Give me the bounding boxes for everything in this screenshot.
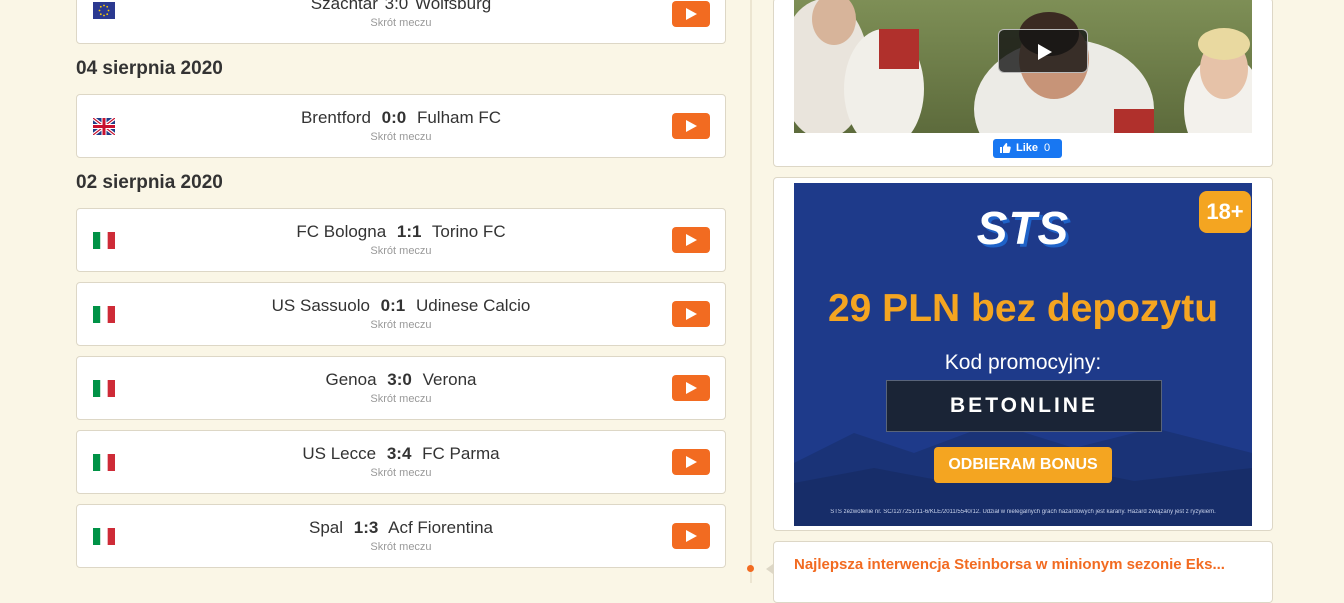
date-heading: 04 sierpnia 2020 — [76, 58, 223, 79]
play-button[interactable] — [672, 227, 710, 253]
match-score: 1:3 — [353, 518, 379, 537]
match-card: US Sassuolo 0:1 Udinese Calcio Skrót mec… — [76, 282, 726, 346]
ad-disclaimer: STS zezwolenie nr. SC/12/7251/11-6/KLE/2… — [830, 509, 1216, 515]
match-teams: Genoa 3:0 Verona — [77, 370, 725, 390]
date-heading: 02 sierpnia 2020 — [76, 172, 223, 193]
away-team: Verona — [422, 370, 477, 389]
play-icon — [1038, 44, 1052, 60]
video-panel: Like 0 — [773, 0, 1273, 167]
play-icon — [686, 8, 697, 20]
play-icon — [686, 234, 697, 246]
match-subtitle: Skrót meczu — [370, 319, 432, 331]
match-score: 0:1 — [380, 296, 406, 315]
news-panel: Najlepsza interwencja Steinborsa w minio… — [773, 541, 1273, 603]
match-card: US Lecce 3:4 FC Parma Skrót meczu — [76, 430, 726, 494]
away-team: Torino FC — [431, 222, 506, 241]
match-card: Spal 1:3 Acf Fiorentina Skrót meczu — [76, 504, 726, 568]
like-count: 0 — [1044, 142, 1051, 154]
sts-banner[interactable]: STS 18+ 29 PLN bez depozytu Kod promocyj… — [794, 183, 1252, 526]
match-subtitle: Skrót meczu — [370, 467, 432, 479]
sts-logo: STS — [976, 202, 1070, 254]
play-button[interactable] — [672, 301, 710, 327]
play-button[interactable] — [672, 449, 710, 475]
match-teams: US Lecce 3:4 FC Parma — [77, 444, 725, 464]
match-teams: Szachtar 3:0 Wolfsburg — [77, 0, 725, 14]
match-score: 3:0 — [387, 370, 412, 389]
play-button[interactable] — [672, 375, 710, 401]
play-button[interactable] — [672, 523, 710, 549]
match-teams: FC Bologna 1:1 Torino FC — [77, 222, 725, 242]
video-play-button[interactable] — [998, 29, 1088, 73]
play-icon — [686, 382, 697, 394]
away-team: FC Parma — [422, 444, 500, 463]
play-button[interactable] — [672, 113, 710, 139]
away-team: Acf Fiorentina — [388, 518, 494, 537]
match-card: Genoa 3:0 Verona Skrót meczu — [76, 356, 726, 420]
like-label: Like — [1016, 142, 1039, 154]
promo-code: BETONLINE — [886, 380, 1162, 432]
match-subtitle: Skrót meczu — [370, 17, 432, 29]
match-teams: US Sassuolo 0:1 Udinese Calcio — [77, 296, 725, 316]
facebook-like-button[interactable]: Like 0 — [993, 139, 1062, 158]
match-score: 3:4 — [386, 444, 412, 463]
away-team: Wolfsburg — [414, 0, 492, 13]
away-team: Udinese Calcio — [415, 296, 531, 315]
home-team: Spal — [308, 518, 344, 537]
home-team: Genoa — [325, 370, 377, 389]
match-subtitle: Skrót meczu — [370, 393, 432, 405]
match-card: FC Bologna 1:1 Torino FC Skrót meczu — [76, 208, 726, 272]
news-title-link[interactable]: Najlepsza interwencja Steinborsa w minio… — [794, 556, 1225, 573]
claim-bonus-button[interactable]: ODBIERAM BONUS — [934, 447, 1112, 483]
home-team: US Sassuolo — [271, 296, 370, 315]
match-score: 3:0 — [384, 0, 409, 13]
home-team: FC Bologna — [296, 222, 387, 241]
match-card: Szachtar 3:0 Wolfsburg Skrót meczu — [76, 0, 726, 44]
home-team: Szachtar — [310, 0, 378, 13]
match-subtitle: Skrót meczu — [370, 131, 432, 143]
play-button[interactable] — [672, 1, 710, 27]
match-subtitle: Skrót meczu — [370, 541, 432, 553]
home-team: Brentford — [300, 108, 371, 127]
match-teams: Brentford 0:0 Fulham FC — [77, 108, 725, 128]
play-icon — [686, 120, 697, 132]
timeline-divider — [750, 0, 752, 583]
play-icon — [686, 530, 697, 542]
ad-headline: 29 PLN bez depozytu — [827, 287, 1219, 330]
age-restriction-badge: 18+ — [1199, 191, 1251, 233]
timeline-arrow-icon — [766, 564, 773, 574]
match-teams: Spal 1:3 Acf Fiorentina — [77, 518, 725, 538]
match-subtitle: Skrót meczu — [370, 245, 432, 257]
timeline-dot — [747, 565, 754, 572]
home-team: US Lecce — [302, 444, 377, 463]
video-player[interactable] — [794, 0, 1252, 133]
promo-code-label: Kod promocyjny: — [944, 351, 1102, 374]
ad-panel: STS 18+ 29 PLN bez depozytu Kod promocyj… — [773, 177, 1273, 531]
thumbs-up-icon — [1000, 143, 1011, 153]
play-icon — [686, 456, 697, 468]
away-team: Fulham FC — [416, 108, 502, 127]
match-score: 1:1 — [396, 222, 422, 241]
match-card: Brentford 0:0 Fulham FC Skrót meczu — [76, 94, 726, 158]
match-score: 0:0 — [381, 108, 407, 127]
play-icon — [686, 308, 697, 320]
